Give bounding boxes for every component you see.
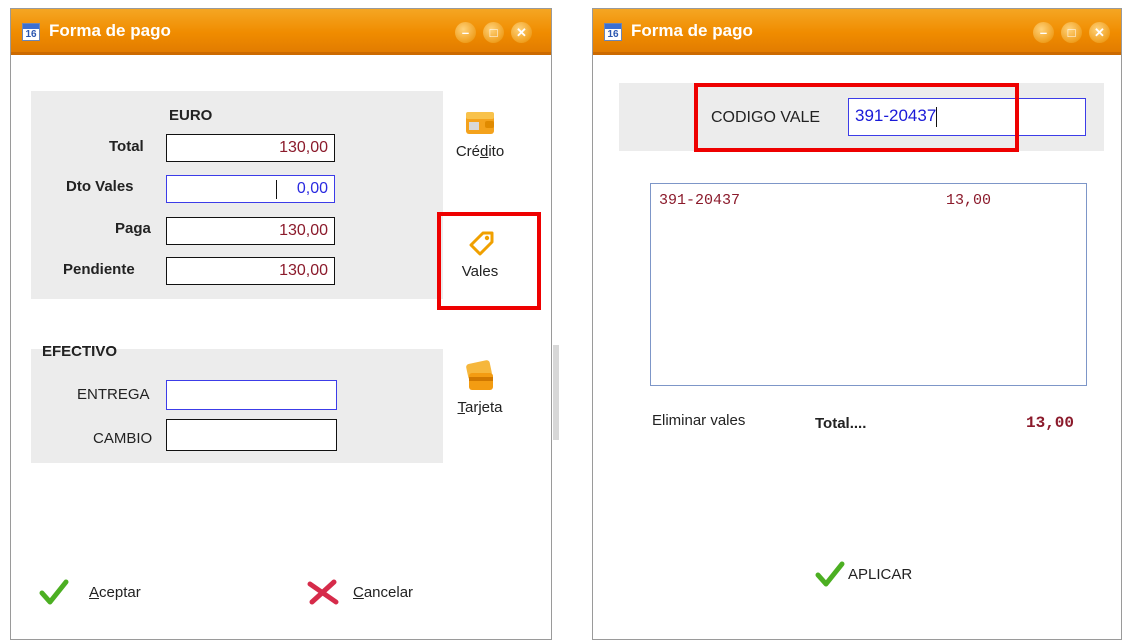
- total-value: 13,00: [1026, 414, 1075, 432]
- list-item-amount: 13,00: [946, 192, 992, 209]
- checkmark-icon: [39, 579, 69, 605]
- cash-header-overlay: EFECTIVO: [42, 343, 118, 360]
- wallet-icon: [466, 112, 494, 134]
- background-window-fragment: [553, 345, 559, 440]
- dto-vales-label: Dto Vales: [66, 178, 134, 195]
- payment-window-right: 16 Forma de pago – □ ✕ CODIGO VALE 391-2…: [592, 8, 1122, 640]
- close-icon[interactable]: ✕: [511, 22, 532, 43]
- entrega-field[interactable]: [166, 380, 337, 410]
- total-label: Total: [109, 138, 144, 155]
- cancelar-button[interactable]: Cancelar: [306, 577, 413, 607]
- checkmark-icon: [815, 561, 845, 587]
- total-label: Total....: [815, 415, 867, 432]
- list-item-code: 391-20437: [659, 192, 741, 209]
- dto-vales-field[interactable]: 0,00: [166, 175, 335, 203]
- pendiente-field[interactable]: 130,00: [166, 257, 335, 285]
- payment-window-left: 16 Forma de pago – □ ✕ EURO Total 130,00…: [10, 8, 552, 640]
- text-cursor: [276, 180, 277, 199]
- x-mark-icon: [307, 579, 339, 605]
- app-icon: 16: [22, 23, 40, 41]
- paga-field[interactable]: 130,00: [166, 217, 335, 245]
- total-field[interactable]: 130,00: [166, 134, 335, 162]
- aplicar-button[interactable]: APLICAR: [815, 559, 912, 589]
- cambio-field[interactable]: [166, 419, 337, 451]
- eliminar-vales-button[interactable]: Eliminar vales: [652, 412, 745, 429]
- minimize-icon[interactable]: –: [455, 22, 476, 43]
- currency-header: EURO: [169, 107, 213, 124]
- paga-label: Paga: [115, 220, 151, 237]
- vales-list[interactable]: 391-20437 13,00: [650, 183, 1087, 386]
- minimize-icon[interactable]: –: [1033, 22, 1054, 43]
- entrega-label: ENTREGA: [77, 386, 150, 403]
- tarjeta-button[interactable]: Tarjeta: [435, 359, 525, 416]
- credito-button[interactable]: Crédito: [435, 107, 525, 160]
- window-title: Forma de pago: [49, 21, 171, 40]
- maximize-icon[interactable]: □: [1061, 22, 1082, 43]
- cambio-label: CAMBIO: [93, 430, 153, 447]
- dto-vales-value: 0,00: [296, 180, 328, 197]
- titlebar[interactable]: 16 Forma de pago – □ ✕: [593, 9, 1121, 55]
- titlebar[interactable]: 16 Forma de pago – □ ✕: [11, 9, 551, 55]
- app-icon: 16: [604, 23, 622, 41]
- maximize-icon[interactable]: □: [483, 22, 504, 43]
- close-icon[interactable]: ✕: [1089, 22, 1110, 43]
- card-icon: [466, 360, 493, 390]
- window-title: Forma de pago: [631, 21, 753, 40]
- list-item[interactable]: 391-20437 13,00: [659, 192, 1079, 212]
- pendiente-label: Pendiente: [63, 261, 135, 278]
- aceptar-button[interactable]: Aceptar: [39, 577, 141, 607]
- codigo-highlight-box: [694, 83, 1019, 152]
- vales-highlight-box: [437, 212, 541, 310]
